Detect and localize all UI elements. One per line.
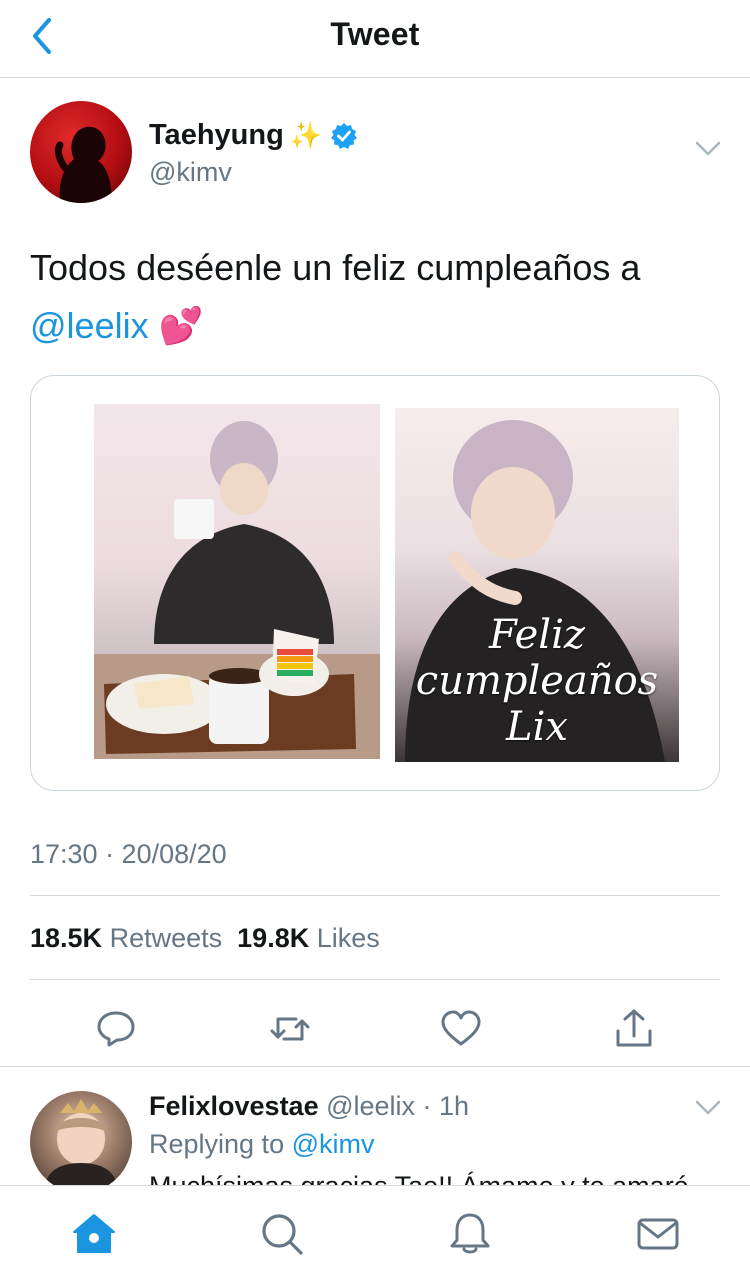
replying-to-label: Replying to <box>149 1129 285 1159</box>
like-button[interactable] <box>439 1007 483 1051</box>
sparkle-emoji: ✨ <box>289 120 323 150</box>
avatar-silhouette <box>54 126 112 203</box>
reply-header: Felixlovestae @leelix · 1h <box>149 1091 469 1122</box>
reply-avatar[interactable] <box>30 1091 132 1185</box>
share-icon <box>616 1009 652 1047</box>
heart-icon <box>441 1010 481 1046</box>
author-name[interactable]: Taehyung ✨ <box>149 119 358 152</box>
page-title: Tweet <box>330 16 420 52</box>
search-icon <box>262 1214 303 1255</box>
reply-options-chevron-down-icon[interactable] <box>694 1098 722 1118</box>
media-card[interactable]: Feliz cumpleaños Lix <box>30 375 720 791</box>
top-bar: Tweet <box>0 0 750 78</box>
replying-to: Replying to @kimv <box>149 1129 375 1160</box>
tweet-timestamp: 17:30 · 20/08/20 <box>30 839 227 869</box>
hearts-emoji: 💕 <box>158 305 204 346</box>
replying-to-handle[interactable]: @kimv <box>292 1129 375 1159</box>
author-handle[interactable]: @kimv <box>149 157 232 188</box>
verified-badge-icon <box>331 122 358 149</box>
home-icon <box>73 1214 115 1253</box>
tab-bar <box>0 1185 750 1284</box>
likes-count: 19.8K <box>237 923 310 953</box>
tweet-text: Todos deséenle un feliz cumpleaños a @le… <box>30 239 720 355</box>
reply-button[interactable] <box>94 1007 138 1051</box>
tab-search[interactable] <box>258 1210 306 1258</box>
likes-label: Likes <box>316 923 380 953</box>
reply-tweet[interactable]: Felixlovestae @leelix · 1h Replying to @… <box>0 1067 750 1185</box>
tweet-actions <box>0 999 750 1065</box>
avatar-illustration <box>44 1099 118 1185</box>
reply-author-name[interactable]: Felixlovestae <box>149 1091 319 1121</box>
reply-meta: @leelix · 1h <box>326 1091 470 1121</box>
divider <box>30 979 720 980</box>
retweet-button[interactable] <box>268 1007 312 1051</box>
photo-caption: Feliz cumpleaños Lix <box>415 612 659 750</box>
author-name-text: Taehyung <box>149 119 284 151</box>
tweet-text-body: Todos deséenle un feliz cumpleaños a <box>30 247 641 288</box>
photo-coffee-cake[interactable] <box>94 404 380 759</box>
retweets-count: 18.5K <box>30 923 103 953</box>
likes-stat[interactable]: 19.8K Likes <box>237 923 380 953</box>
tab-notifications[interactable] <box>446 1210 494 1258</box>
photo-illustration <box>94 421 380 759</box>
tab-home[interactable] <box>70 1210 118 1258</box>
retweets-stat[interactable]: 18.5K Retweets <box>30 923 222 953</box>
notifications-icon <box>450 1213 490 1254</box>
tweet-options-chevron-down-icon[interactable] <box>694 139 722 159</box>
retweet-icon <box>270 1017 310 1041</box>
tweet-stats: 18.5K Retweets 19.8K Likes <box>30 923 380 954</box>
share-button[interactable] <box>612 1007 656 1051</box>
photo-portrait[interactable]: Feliz cumpleaños Lix <box>395 408 679 762</box>
retweets-label: Retweets <box>109 923 223 953</box>
divider <box>30 895 720 896</box>
mention-link[interactable]: @leelix <box>30 305 149 346</box>
messages-icon <box>637 1218 679 1250</box>
reply-text: Muchísimas gracias Tae!! Ámame y te amar… <box>149 1171 689 1185</box>
author-avatar[interactable] <box>30 101 132 203</box>
tab-messages[interactable] <box>634 1210 682 1258</box>
reply-icon <box>97 1011 135 1047</box>
